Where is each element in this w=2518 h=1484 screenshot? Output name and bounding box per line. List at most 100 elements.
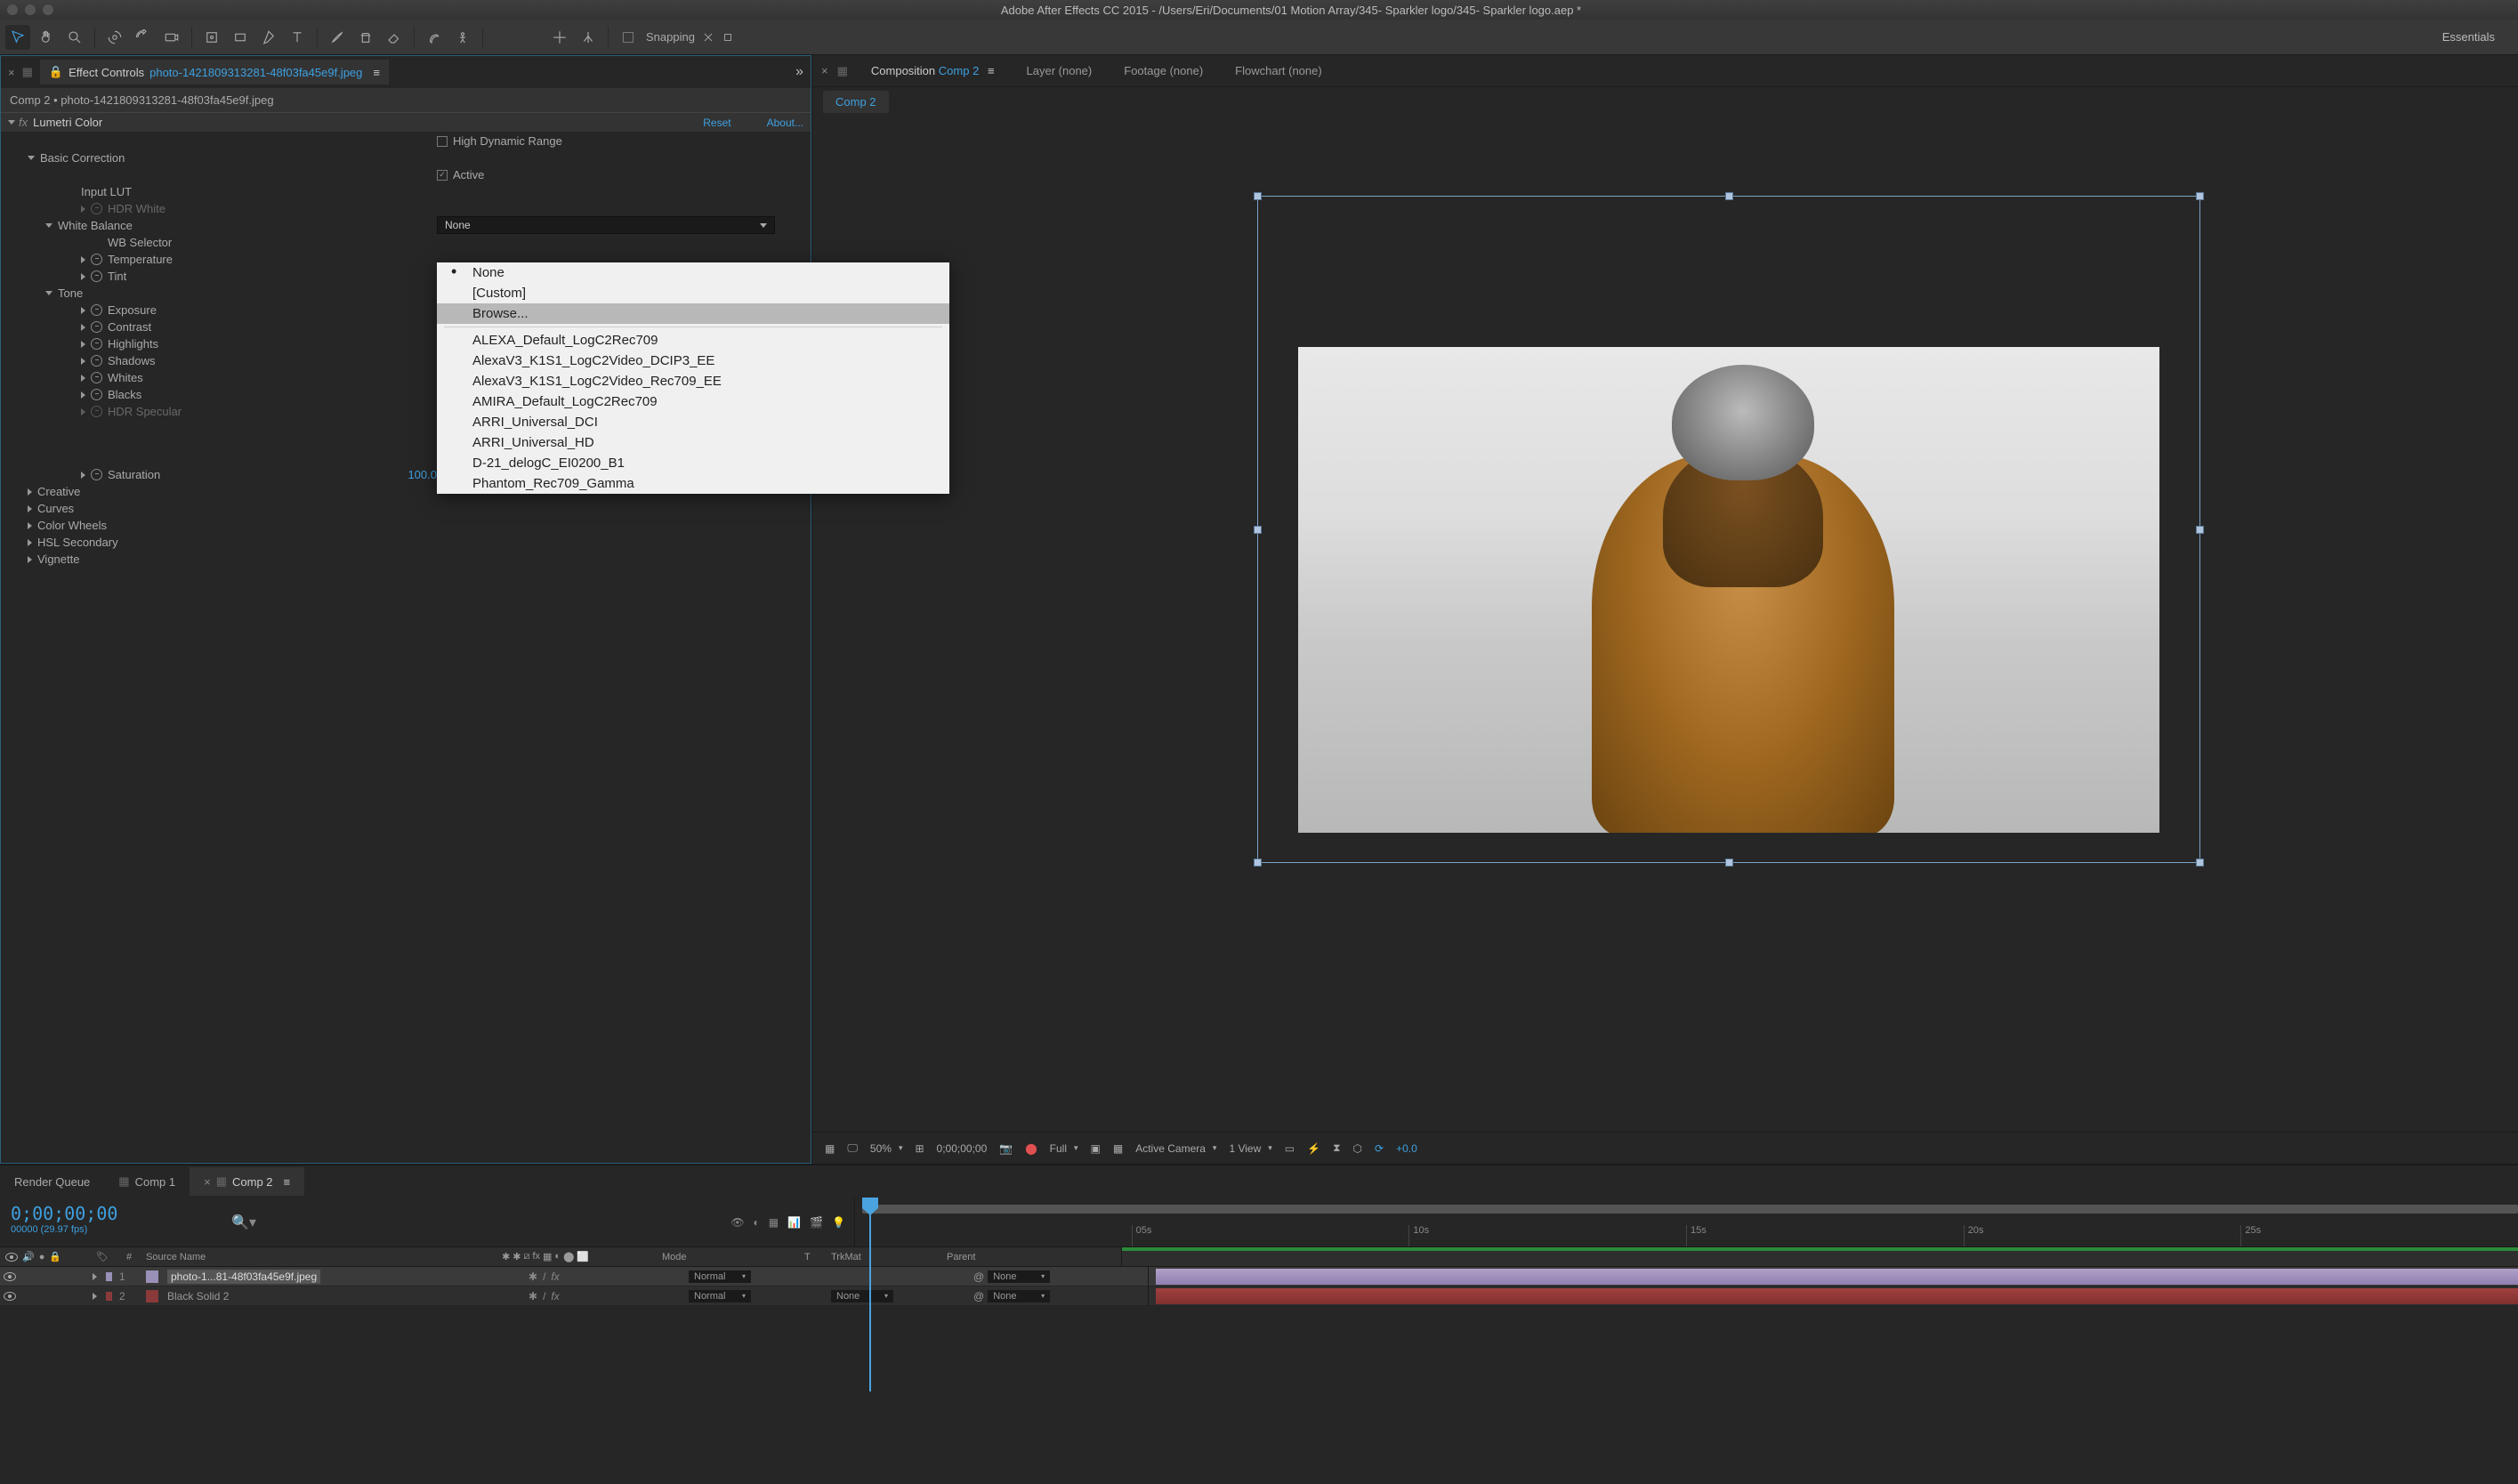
lut-preset-item[interactable]: AlexaV3_K1S1_LogC2Video_Rec709_EE <box>437 371 949 391</box>
basic-correction-section[interactable]: Basic Correction <box>1 149 811 166</box>
parent-dropdown[interactable]: None <box>988 1270 1050 1283</box>
lut-preset-item[interactable]: ARRI_Universal_DCI <box>437 412 949 432</box>
shy-icon[interactable]: 👁 <box>730 1216 744 1229</box>
rectangle-tool[interactable] <box>228 25 253 50</box>
layer-tab[interactable]: Layer (none) <box>1011 57 1109 85</box>
effect-reset-link[interactable]: Reset <box>703 117 730 129</box>
exposure-value[interactable]: +0.0 <box>1396 1142 1417 1155</box>
pickwhip-icon[interactable]: @ <box>973 1270 984 1283</box>
camera-dropdown[interactable]: Active Camera <box>1135 1142 1216 1155</box>
effect-controls-tab[interactable]: 🔒 Effect Controls photo-1421809313281-48… <box>40 60 389 85</box>
pixel-aspect-icon[interactable]: ▭ <box>1285 1142 1295 1155</box>
layer-row[interactable]: 1 photo-1...81-48f03fa45e9f.jpeg ✱/fx No… <box>0 1267 2518 1286</box>
comp1-tab[interactable]: ▦Comp 1 <box>104 1167 190 1196</box>
close-panel-icon[interactable]: × <box>8 66 15 79</box>
pan-behind-tool[interactable] <box>199 25 224 50</box>
lut-preset-item[interactable]: Phantom_Rec709_Gamma <box>437 473 949 494</box>
graph-editor-icon[interactable]: 📊 <box>787 1216 801 1229</box>
snapping-toggle[interactable]: Snapping <box>623 30 734 44</box>
hand-tool[interactable] <box>34 25 59 50</box>
snapshot-icon[interactable]: 📷 <box>999 1142 1013 1155</box>
curves-section[interactable]: Curves <box>1 500 811 517</box>
timecode-display[interactable]: 0;00;00;00 <box>937 1142 988 1155</box>
lumetri-color-header[interactable]: fx Lumetri Color Reset About... <box>1 112 811 133</box>
video-column-icon[interactable] <box>5 1253 18 1262</box>
motion-blur-icon[interactable]: ◐ <box>754 1216 760 1229</box>
selection-tool[interactable] <box>5 25 30 50</box>
brush-tool[interactable] <box>325 25 350 50</box>
view-layout-dropdown[interactable]: 1 View <box>1229 1142 1271 1155</box>
lut-preset-item[interactable]: AMIRA_Default_LogC2Rec709 <box>437 391 949 412</box>
roto-brush-tool[interactable] <box>422 25 447 50</box>
layer-duration-bar[interactable] <box>1156 1288 2518 1304</box>
lut-option-custom[interactable]: [Custom] <box>437 283 949 303</box>
color-wheels-section[interactable]: Color Wheels <box>1 517 811 534</box>
time-ruler[interactable]: 05s 10s 15s 20s 25s <box>854 1198 2518 1246</box>
current-time[interactable]: 0;00;00;00 00000 (29.97 fps) <box>0 1198 231 1246</box>
panel-grip-icon[interactable]: ▦ <box>837 64 855 78</box>
timeline-icon[interactable]: ⧗ <box>1333 1141 1340 1155</box>
footage-tab[interactable]: Footage (none) <box>1108 57 1219 85</box>
reset-exposure-icon[interactable]: ⟳ <box>1375 1142 1384 1155</box>
layer-duration-bar[interactable] <box>1156 1269 2518 1285</box>
visibility-toggle[interactable] <box>4 1292 16 1301</box>
lock-icon[interactable]: 🔒 <box>49 65 63 79</box>
source-name-column[interactable]: Source Name <box>142 1252 498 1262</box>
resolution-dropdown[interactable]: Full <box>1050 1142 1078 1155</box>
world-axis-icon[interactable] <box>576 25 601 50</box>
pen-tool[interactable] <box>256 25 281 50</box>
hsl-secondary-section[interactable]: HSL Secondary <box>1 534 811 551</box>
zoom-tool[interactable] <box>62 25 87 50</box>
timeline-search[interactable]: 🔍▾ <box>231 1198 285 1246</box>
camera-tool[interactable] <box>159 25 184 50</box>
solo-column-icon[interactable]: ● <box>39 1252 45 1262</box>
audio-column-icon[interactable]: 🔊 <box>22 1251 35 1262</box>
lut-preset-item[interactable]: ARRI_Universal_HD <box>437 432 949 453</box>
flowchart-tab[interactable]: Flowchart (none) <box>1219 57 1338 85</box>
traffic-lights[interactable] <box>7 4 53 15</box>
local-axis-icon[interactable] <box>547 25 572 50</box>
orbit-tool[interactable] <box>102 25 127 50</box>
lut-option-browse[interactable]: Browse... <box>437 303 949 324</box>
comp2-tab[interactable]: ×▦Comp 2≡ <box>190 1167 304 1196</box>
grid-icon[interactable]: ▦ <box>825 1142 835 1155</box>
parent-dropdown[interactable]: None <box>988 1290 1050 1303</box>
lut-preset-item[interactable]: D-21_delogC_EI0200_B1 <box>437 453 949 473</box>
lut-option-none[interactable]: None <box>437 262 949 283</box>
composition-viewer[interactable] <box>812 116 2518 1132</box>
panel-overflow-icon[interactable]: » <box>795 64 803 80</box>
panel-grip-icon[interactable]: ▦ <box>22 65 33 79</box>
blend-mode-dropdown[interactable]: Normal <box>689 1290 751 1303</box>
transparency-grid-icon[interactable]: ▦ <box>1113 1142 1123 1155</box>
zoom-dropdown[interactable]: 50% <box>870 1142 903 1155</box>
frame-blend-icon[interactable]: ▦ <box>769 1216 779 1229</box>
effect-about-link[interactable]: About... <box>767 117 803 129</box>
puppet-pin-tool[interactable] <box>450 25 475 50</box>
layer-row[interactable]: 2 Black Solid 2 ✱/fx Normal None @None <box>0 1286 2518 1306</box>
pickwhip-icon[interactable]: @ <box>973 1290 984 1303</box>
channel-icon[interactable]: ⬤ <box>1025 1142 1037 1155</box>
vignette-section[interactable]: Vignette <box>1 551 811 568</box>
eraser-tool[interactable] <box>382 25 407 50</box>
hdr-checkbox[interactable]: High Dynamic Range <box>453 134 562 148</box>
workspace-selector[interactable]: Essentials <box>2442 30 2513 44</box>
mode-column[interactable]: Mode <box>658 1252 801 1262</box>
comp-breadcrumb[interactable]: Comp 2 <box>823 91 889 113</box>
clone-stamp-tool[interactable] <box>353 25 378 50</box>
draft-3d-icon[interactable]: 🎬 <box>810 1216 823 1229</box>
roi-icon[interactable]: ▣ <box>1091 1142 1101 1155</box>
lock-column-icon[interactable]: 🔒 <box>49 1251 61 1262</box>
parent-column[interactable]: Parent <box>943 1252 1121 1262</box>
render-queue-tab[interactable]: Render Queue <box>0 1168 104 1196</box>
visibility-toggle[interactable] <box>4 1272 16 1281</box>
active-checkbox[interactable]: ✓ <box>437 170 448 181</box>
trkmat-dropdown[interactable]: None <box>831 1290 893 1303</box>
fast-previews-icon[interactable]: ⚡ <box>1307 1142 1320 1155</box>
close-panel-icon[interactable]: × <box>812 64 837 77</box>
blend-mode-dropdown[interactable]: Normal <box>689 1270 751 1283</box>
trkmat-column[interactable]: TrkMat <box>827 1252 943 1262</box>
lut-preset-item[interactable]: ALEXA_Default_LogC2Rec709 <box>437 330 949 351</box>
brainstorm-icon[interactable]: 💡 <box>832 1216 845 1229</box>
monitor-icon[interactable]: 🖵 <box>847 1141 858 1155</box>
wb-selector-row[interactable]: WB Selector <box>1 234 811 251</box>
